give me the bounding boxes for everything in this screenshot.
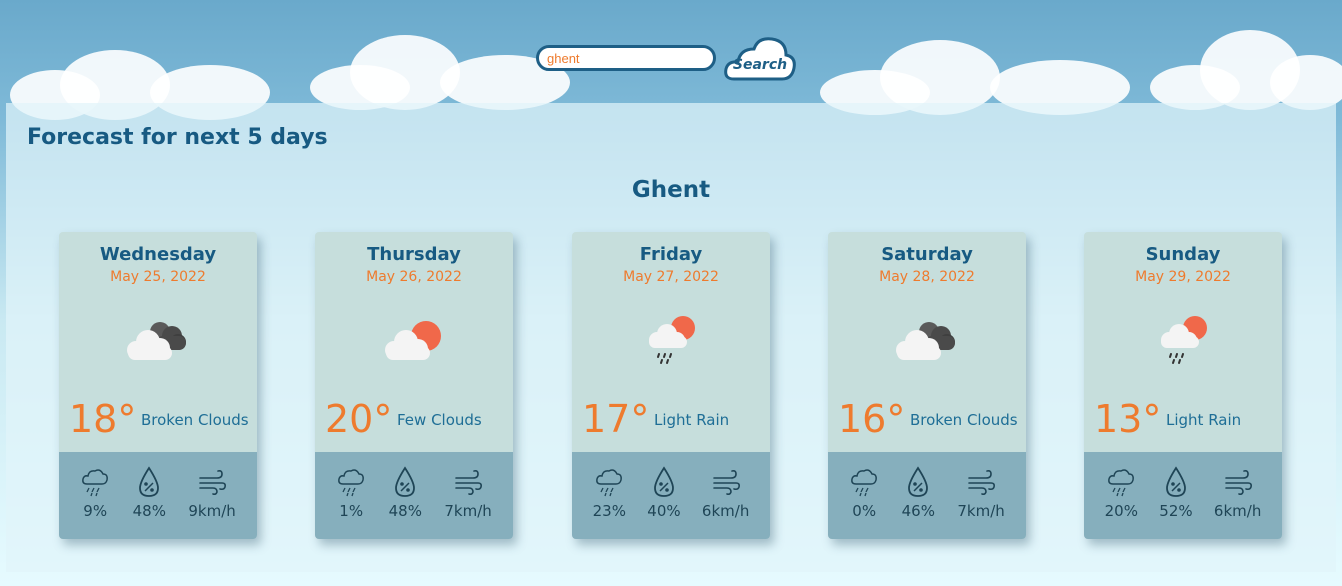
humidity-value: 48% <box>132 502 166 520</box>
forecast-card: Wednesday May 25, 2022 18° Broken Clouds… <box>59 232 257 539</box>
wind-icon <box>712 470 740 496</box>
rain-cloud-icon <box>338 469 365 497</box>
broken-clouds-icon <box>127 322 186 360</box>
precipitation-stat: 0% <box>849 452 879 539</box>
wind-stat: 9km/h <box>188 452 236 539</box>
forecast-title: Forecast for next 5 days <box>27 125 328 150</box>
wind-icon <box>455 470 483 496</box>
card-day: Friday <box>639 244 703 265</box>
search-button[interactable]: Search <box>724 35 796 81</box>
precipitation-value: 20% <box>1104 502 1138 520</box>
card-date: May 25, 2022 <box>110 269 206 285</box>
card-description: Light Rain <box>654 411 730 429</box>
humidity-stat: 40% <box>647 452 681 539</box>
search-input[interactable] <box>536 45 716 71</box>
rain-cloud-icon <box>1108 469 1135 497</box>
forecast-card: Thursday May 26, 2022 20° Few Clouds 1% … <box>315 232 513 539</box>
card-description: Broken Clouds <box>910 411 1018 429</box>
card-date: May 29, 2022 <box>1135 269 1231 285</box>
card-stats: 20% 52% 6km/h <box>1084 452 1282 539</box>
wind-value: 9km/h <box>188 502 236 520</box>
precipitation-stat: 20% <box>1105 452 1138 539</box>
precipitation-stat: 9% <box>80 452 110 539</box>
precipitation-value: 23% <box>592 502 626 520</box>
card-description: Broken Clouds <box>141 411 249 429</box>
card-date: May 28, 2022 <box>879 269 975 285</box>
wind-stat: 7km/h <box>957 452 1005 539</box>
humidity-value: 48% <box>388 502 422 520</box>
rain-cloud-icon <box>851 469 878 497</box>
precipitation-stat: 1% <box>336 452 366 539</box>
card-temperature: 16° <box>838 397 906 441</box>
card-description: Few Clouds <box>397 411 482 429</box>
wind-stat: 7km/h <box>444 452 492 539</box>
wind-icon <box>1224 470 1252 496</box>
wind-stat: 6km/h <box>702 452 749 539</box>
forecast-card: Sunday May 29, 2022 13° Light Rain 20% 5… <box>1084 232 1282 539</box>
precipitation-value: 9% <box>83 502 108 520</box>
wind-stat: 6km/h <box>1214 452 1261 539</box>
card-date: May 27, 2022 <box>623 269 719 285</box>
precipitation-value: 1% <box>339 502 364 520</box>
humidity-drop-icon <box>1166 466 1186 497</box>
city-name: Ghent <box>631 177 711 203</box>
light-rain-icon <box>649 316 695 364</box>
forecast-card: Friday May 27, 2022 17° Light Rain 23% 4… <box>572 232 770 539</box>
humidity-drop-icon <box>395 466 416 497</box>
humidity-value: 40% <box>647 502 681 520</box>
card-temperature: 13° <box>1094 397 1162 441</box>
card-temperature: 18° <box>69 397 137 441</box>
humidity-drop-icon <box>139 466 160 497</box>
card-stats: 0% 46% 7km/h <box>828 452 1026 539</box>
search-bar: Search <box>536 35 796 81</box>
card-stats: 9% 48% 9km/h <box>59 452 257 539</box>
light-rain-icon <box>1161 316 1207 364</box>
card-stats: 23% 40% 6km/h <box>572 452 770 539</box>
card-stats: 1% 48% 7km/h <box>315 452 513 539</box>
humidity-drop-icon <box>908 466 929 497</box>
humidity-drop-icon <box>654 466 674 497</box>
forecast-card: Saturday May 28, 2022 16° Broken Clouds … <box>828 232 1026 539</box>
card-day: Wednesday <box>99 244 217 265</box>
card-day: Sunday <box>1145 244 1221 265</box>
card-day: Thursday <box>367 244 461 265</box>
few-clouds-icon <box>385 321 441 360</box>
precipitation-stat: 23% <box>593 452 626 539</box>
broken-clouds-icon <box>896 322 955 360</box>
humidity-stat: 52% <box>1159 452 1193 539</box>
card-description: Light Rain <box>1166 411 1242 429</box>
forecast-panel: Forecast for next 5 days Ghent Wednesday… <box>6 103 1336 572</box>
humidity-value: 46% <box>901 502 935 520</box>
background-cloud <box>1150 30 1342 110</box>
rain-cloud-icon <box>82 469 109 497</box>
card-date: May 26, 2022 <box>366 269 462 285</box>
humidity-stat: 48% <box>133 452 166 539</box>
humidity-stat: 48% <box>389 452 422 539</box>
wind-value: 7km/h <box>444 502 492 520</box>
humidity-stat: 46% <box>902 452 935 539</box>
humidity-value: 52% <box>1159 502 1193 520</box>
wind-value: 7km/h <box>957 502 1005 520</box>
search-button-label: Search <box>732 57 788 73</box>
card-day: Saturday <box>881 244 973 265</box>
wind-icon <box>199 470 227 496</box>
wind-value: 6km/h <box>1213 502 1262 520</box>
rain-cloud-icon <box>596 469 623 497</box>
wind-value: 6km/h <box>701 502 750 520</box>
wind-icon <box>968 470 996 496</box>
precipitation-value: 0% <box>852 502 877 520</box>
card-temperature: 20° <box>325 397 393 441</box>
card-temperature: 17° <box>582 397 650 441</box>
